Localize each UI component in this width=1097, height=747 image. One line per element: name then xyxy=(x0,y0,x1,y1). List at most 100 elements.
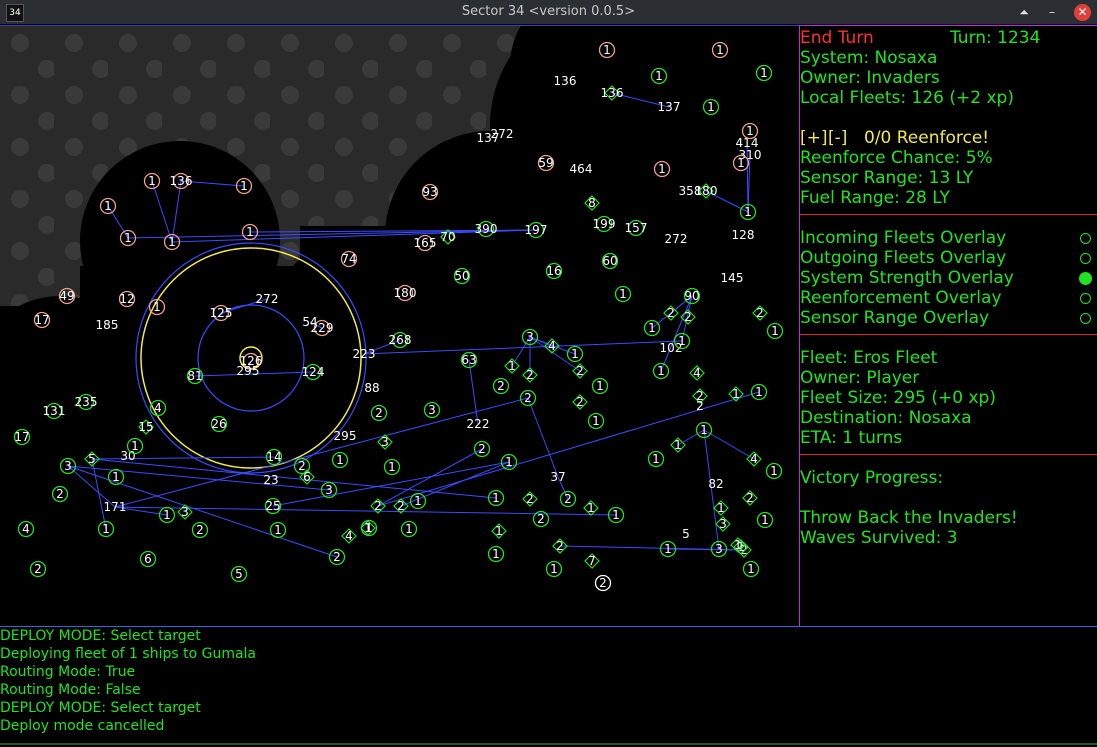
star-system[interactable]: 74 xyxy=(340,250,358,268)
reinforce-chance: Reenforce Chance: 5% xyxy=(800,148,993,168)
star-system[interactable]: 15 xyxy=(138,419,154,435)
star-system[interactable]: 235 xyxy=(75,393,98,411)
star-system[interactable]: 16 xyxy=(545,262,563,280)
system-strength-label: 235 xyxy=(75,395,98,409)
star-system[interactable]: 180 xyxy=(695,183,718,199)
system-strength-label: 4 xyxy=(693,366,701,380)
star-system[interactable]: 59 xyxy=(537,154,555,172)
star-system[interactable]: 70 xyxy=(440,229,456,245)
star-system[interactable]: 125 xyxy=(210,304,233,322)
overlay-incoming-fleets[interactable]: Incoming Fleets Overlay xyxy=(800,228,1006,248)
star-system[interactable]: 295 xyxy=(237,364,260,378)
star-system[interactable]: 137 xyxy=(658,100,681,114)
star-system[interactable]: 5 xyxy=(682,527,690,541)
overlay-sensor-radio[interactable] xyxy=(1080,313,1091,324)
star-system[interactable]: 23 xyxy=(263,473,278,487)
star-system[interactable]: 17 xyxy=(33,311,51,329)
system-strength-label: 3 xyxy=(526,330,534,344)
star-system[interactable]: 88 xyxy=(364,381,379,395)
star-system[interactable]: 136 xyxy=(170,172,193,190)
star-system[interactable]: 464 xyxy=(570,162,593,176)
system-strength-label: 3 xyxy=(181,505,189,519)
system-strength-label: 1 xyxy=(414,494,422,508)
star-system[interactable]: 25 xyxy=(264,497,282,515)
star-system[interactable]: 81 xyxy=(186,367,204,385)
reinforce-plus-button[interactable]: [+] xyxy=(800,128,828,148)
star-system[interactable]: 14 xyxy=(265,448,283,466)
star-system[interactable]: 93 xyxy=(421,183,439,201)
overlay-sensor-range[interactable]: Sensor Range Overlay xyxy=(800,308,989,328)
star-system[interactable]: 145 xyxy=(721,271,744,285)
star-system[interactable]: 272 xyxy=(256,292,279,306)
system-strength-label: 2 xyxy=(696,399,704,413)
star-system[interactable]: 50 xyxy=(453,267,471,285)
star-system[interactable]: 295 xyxy=(334,429,357,443)
star-system[interactable]: 229 xyxy=(311,319,334,337)
system-strength-label: 4 xyxy=(750,452,758,466)
galaxy-map[interactable]: 1 1 136 1 1 136 137 1 137 272 414 1 310 1 59 464 1 358 180… xyxy=(0,25,799,627)
star-system[interactable]: 157 xyxy=(625,219,648,237)
system-strength-label: 74 xyxy=(341,252,356,266)
system-strength-label: 1 xyxy=(603,43,611,57)
star-system[interactable]: 37 xyxy=(550,470,565,484)
star-system[interactable]: 136 xyxy=(554,74,577,88)
star-system[interactable]: 272 xyxy=(491,127,514,141)
star-system[interactable]: 223 xyxy=(353,347,376,361)
close-button[interactable]: ✕ xyxy=(1074,4,1091,21)
star-system[interactable]: 26 xyxy=(210,415,228,433)
system-strength-label: 1 xyxy=(771,324,779,338)
star-system[interactable]: 390 xyxy=(475,220,498,238)
star-system[interactable]: 272 xyxy=(665,232,688,246)
system-strength-label: 268 xyxy=(389,333,412,347)
map-canvas[interactable]: 1 1136 1 1136137 11372724141310159 464 1358180… xyxy=(0,26,799,627)
star-system[interactable]: 171 xyxy=(104,500,127,514)
reinforce-minus-button[interactable]: [-] xyxy=(828,128,847,148)
star-system[interactable]: 180 xyxy=(394,284,417,302)
star-system[interactable]: 222 xyxy=(467,417,490,431)
system-strength-label: 1 xyxy=(274,523,282,537)
star-system[interactable]: 12 xyxy=(118,290,136,308)
star-system[interactable]: 199 xyxy=(593,215,616,233)
star-system[interactable]: 136 xyxy=(601,85,624,101)
system-strength-label: 3 xyxy=(325,483,333,497)
star-system[interactable]: 82 xyxy=(708,477,723,491)
system-strength-label: 131 xyxy=(43,404,66,418)
star-system[interactable]: 128 xyxy=(732,228,755,242)
system-strength-label: 2 xyxy=(746,491,754,505)
system-strength-label: 59 xyxy=(538,156,553,170)
system-strength-label: 2 xyxy=(526,492,534,506)
system-strength-label: 1 xyxy=(658,162,666,176)
system-strength-label: 2 xyxy=(397,499,405,513)
overlay-incoming-radio[interactable] xyxy=(1080,233,1091,244)
overlay-outgoing-radio[interactable] xyxy=(1080,253,1091,264)
overlay-reinforcement[interactable]: Reenforcement Overlay xyxy=(800,288,1002,308)
star-system[interactable]: 90 xyxy=(683,287,701,305)
star-system[interactable]: 17 xyxy=(13,428,31,446)
overlay-reinforcement-radio[interactable] xyxy=(1080,293,1091,304)
overlay-system-strength[interactable]: System Strength Overlay xyxy=(800,268,1014,288)
system-strength-label: 272 xyxy=(491,127,514,141)
star-system[interactable]: 131 xyxy=(43,402,66,420)
system-strength-label: 1 xyxy=(104,199,112,213)
star-system[interactable]: 2 xyxy=(696,399,704,413)
system-strength-label: 8 xyxy=(588,196,596,210)
star-system[interactable]: 165 xyxy=(414,234,437,252)
system-strength-label: 7 xyxy=(588,554,596,568)
system-strength-label: 1 xyxy=(760,66,768,80)
star-system[interactable]: 185 xyxy=(96,318,119,332)
system-owner: Owner: Invaders xyxy=(800,68,940,88)
minimize-button[interactable]: – xyxy=(1042,2,1062,22)
fleet-eta: ETA: 1 turns xyxy=(800,428,903,448)
system-strength-label: 4 xyxy=(345,529,353,543)
end-turn-button[interactable]: End Turn xyxy=(800,28,874,48)
star-system[interactable]: 124 xyxy=(302,363,325,381)
star-system[interactable]: 197 xyxy=(525,221,548,239)
star-system[interactable]: 49 xyxy=(58,287,76,305)
star-system[interactable]: 60 xyxy=(601,252,619,270)
title-bar: 34 Sector 34 <version 0.0.5> ⏶ – ✕ xyxy=(0,0,1097,24)
shade-button[interactable]: ⏶ xyxy=(1014,2,1034,22)
star-system[interactable]: 63 xyxy=(460,351,478,369)
star-system[interactable]: 268 xyxy=(389,331,412,349)
overlay-strength-radio[interactable] xyxy=(1079,272,1092,285)
overlay-outgoing-fleets[interactable]: Outgoing Fleets Overlay xyxy=(800,248,1006,268)
